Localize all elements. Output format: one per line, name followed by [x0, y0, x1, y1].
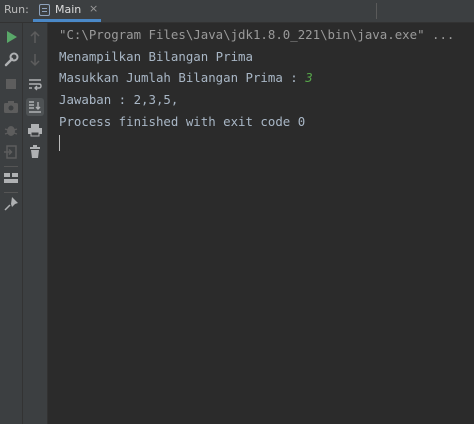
layout-icon[interactable] [2, 169, 20, 187]
console-output[interactable]: "C:\Program Files\Java\jdk1.8.0_221\bin\… [48, 23, 474, 424]
console-prompt: Masukkan Jumlah Bilangan Prima : [59, 70, 306, 85]
console-user-input: 3 [305, 70, 313, 85]
up-arrow-icon[interactable] [26, 28, 44, 46]
run-tool-window-header: Run: Main × [0, 0, 474, 23]
down-arrow-icon[interactable] [26, 51, 44, 69]
close-icon[interactable]: × [89, 2, 98, 15]
console-line: Menampilkan Bilangan Prima [59, 49, 253, 64]
console-command-line: "C:\Program Files\Java\jdk1.8.0_221\bin\… [59, 27, 455, 42]
console-line: Jawaban : 2,3,5, [59, 92, 179, 107]
console-icon [39, 4, 50, 16]
toolbar-divider [4, 166, 18, 167]
pin-icon[interactable] [2, 195, 20, 213]
tab-main[interactable]: Main × [33, 0, 101, 22]
console-line: Masukkan Jumlah Bilangan Prima : 3 [59, 70, 313, 85]
bug-icon[interactable] [2, 121, 20, 139]
trash-icon[interactable] [26, 143, 44, 161]
tab-main-label: Main [55, 3, 82, 16]
console-toolbar [23, 23, 48, 424]
text-cursor [59, 135, 60, 151]
header-divider [376, 3, 377, 19]
run-label: Run: [4, 3, 29, 16]
camera-icon[interactable] [2, 98, 20, 116]
toolbar-divider [4, 192, 18, 193]
scroll-to-end-icon[interactable] [26, 98, 44, 116]
run-left-toolbar [0, 23, 23, 424]
soft-wrap-icon[interactable] [26, 75, 44, 93]
exit-icon[interactable] [2, 143, 20, 161]
wrench-icon[interactable] [2, 51, 20, 69]
console-line: Process finished with exit code 0 [59, 114, 306, 129]
run-icon[interactable] [2, 28, 20, 46]
stop-icon[interactable] [2, 75, 20, 93]
print-icon[interactable] [26, 121, 44, 139]
